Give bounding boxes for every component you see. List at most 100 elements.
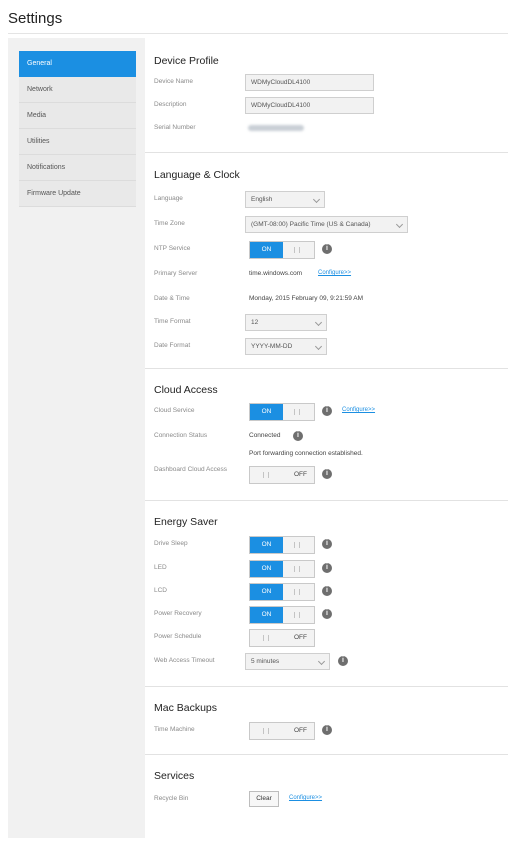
info-icon[interactable]: i [338,656,348,666]
connection-status-label: Connection Status [154,432,208,439]
row-cloud-service: Cloud Service ON i Configure>> [145,403,508,421]
info-icon[interactable]: i [322,244,332,254]
primary-server-value: time.windows.com [249,270,303,277]
time-format-select[interactable]: 12 [245,314,327,331]
row-web-access-timeout: Web Access Timeout 5 minutes i [145,653,508,671]
toggle-grip [294,612,300,618]
date-format-label: Date Format [154,342,191,349]
toggle-on-label: ON [250,242,283,258]
description-input[interactable] [245,97,374,114]
sidebar-item-network[interactable]: Network [19,77,136,103]
section-heading-cloud-access: Cloud Access [154,384,218,396]
power-schedule-label: Power Schedule [154,633,202,640]
section-heading-mac-backups: Mac Backups [154,702,218,714]
lcd-label: LCD [154,587,168,594]
power-recovery-label: Power Recovery [154,610,202,617]
row-time-zone: Time Zone (GMT-08:00) Pacific Time (US &… [145,216,508,234]
info-icon[interactable]: i [322,609,332,619]
section-divider [145,754,508,755]
recycle-bin-clear-button[interactable]: Clear [249,791,279,807]
row-language: Language English [145,191,508,209]
info-icon[interactable]: i [322,586,332,596]
sidebar-item-media[interactable]: Media [19,103,136,129]
device-name-label: Device Name [154,78,194,85]
info-icon[interactable]: i [322,725,332,735]
date-time-label: Date & Time [154,295,190,302]
device-name-input[interactable] [245,74,374,91]
date-time-value: Monday, 2015 February 09, 9:21:59 AM [249,295,364,302]
recycle-bin-configure-link[interactable]: Configure>> [289,795,322,801]
chevron-down-icon [314,342,323,351]
page-title: Settings [8,10,63,27]
info-icon[interactable]: i [322,539,332,549]
toggle-grip [294,589,300,595]
web-access-timeout-select[interactable]: 5 minutes [245,653,330,670]
serial-number-value-redacted [248,125,304,131]
row-connection-detail: Port forwarding connection established. [145,446,508,464]
row-led: LED ON i [145,560,508,578]
time-machine-label: Time Machine [154,726,195,733]
section-divider [145,686,508,687]
info-icon[interactable]: i [322,563,332,573]
time-zone-label: Time Zone [154,220,185,227]
power-schedule-toggle[interactable]: OFF [249,629,315,647]
led-label: LED [154,564,167,571]
lcd-toggle[interactable]: ON [249,583,315,601]
toggle-off-label: OFF [294,727,307,734]
section-heading-services: Services [154,770,195,782]
row-connection-status: Connection Status Connected i [145,428,508,446]
web-access-timeout-label: Web Access Timeout [154,657,215,664]
toggle-grip [263,635,269,641]
sidebar-item-utilities[interactable]: Utilities [19,129,136,155]
sidebar-item-general[interactable]: General [19,51,136,77]
ntp-service-toggle[interactable]: ON [249,241,315,259]
row-drive-sleep: Drive Sleep ON i [145,536,508,554]
info-icon[interactable]: i [293,431,303,441]
sidebar-item-notifications[interactable]: Notifications [19,155,136,181]
serial-number-label: Serial Number [154,124,196,131]
language-select[interactable]: English [245,191,325,208]
sidebar-item-firmware-update[interactable]: Firmware Update [19,181,136,207]
row-primary-server: Primary Server time.windows.com Configur… [145,266,508,284]
language-value: English [251,196,273,203]
primary-server-configure-link[interactable]: Configure>> [318,270,351,276]
toggle-on-label: ON [250,537,283,553]
led-toggle[interactable]: ON [249,560,315,578]
toggle-grip [294,542,300,548]
info-icon[interactable]: i [322,469,332,479]
toggle-on-label: ON [250,607,283,623]
cloud-service-toggle[interactable]: ON [249,403,315,421]
cloud-service-configure-link[interactable]: Configure>> [342,407,375,413]
chevron-down-icon [395,220,404,229]
primary-server-label: Primary Server [154,270,198,277]
section-heading-device-profile: Device Profile [154,55,219,67]
row-device-name: Device Name [145,74,508,92]
toggle-grip [263,728,269,734]
dashboard-cloud-access-label: Dashboard Cloud Access [154,466,227,473]
recycle-bin-label: Recycle Bin [154,795,189,802]
row-time-format: Time Format 12 [145,314,508,332]
time-format-value: 12 [251,319,259,326]
time-zone-select[interactable]: (GMT-08:00) Pacific Time (US & Canada) [245,216,408,233]
drive-sleep-toggle[interactable]: ON [249,536,315,554]
toggle-off-label: OFF [294,634,307,641]
row-power-schedule: Power Schedule OFF [145,629,508,647]
language-label: Language [154,195,183,202]
toggle-off-label: OFF [294,471,307,478]
date-format-value: YYYY-MM-DD [251,343,293,350]
row-date-time: Date & Time Monday, 2015 February 09, 9:… [145,291,508,309]
dashboard-cloud-access-toggle[interactable]: OFF [249,466,315,484]
title-divider [8,33,508,34]
toggle-on-label: ON [250,561,283,577]
time-machine-toggle[interactable]: OFF [249,722,315,740]
date-format-select[interactable]: YYYY-MM-DD [245,338,327,355]
drive-sleep-label: Drive Sleep [154,540,188,547]
row-description: Description [145,97,508,115]
toggle-grip [294,566,300,572]
info-icon[interactable]: i [322,406,332,416]
ntp-service-label: NTP Service [154,245,191,252]
time-format-label: Time Format [154,318,191,325]
description-label: Description [154,101,187,108]
web-access-timeout-value: 5 minutes [251,658,280,665]
power-recovery-toggle[interactable]: ON [249,606,315,624]
